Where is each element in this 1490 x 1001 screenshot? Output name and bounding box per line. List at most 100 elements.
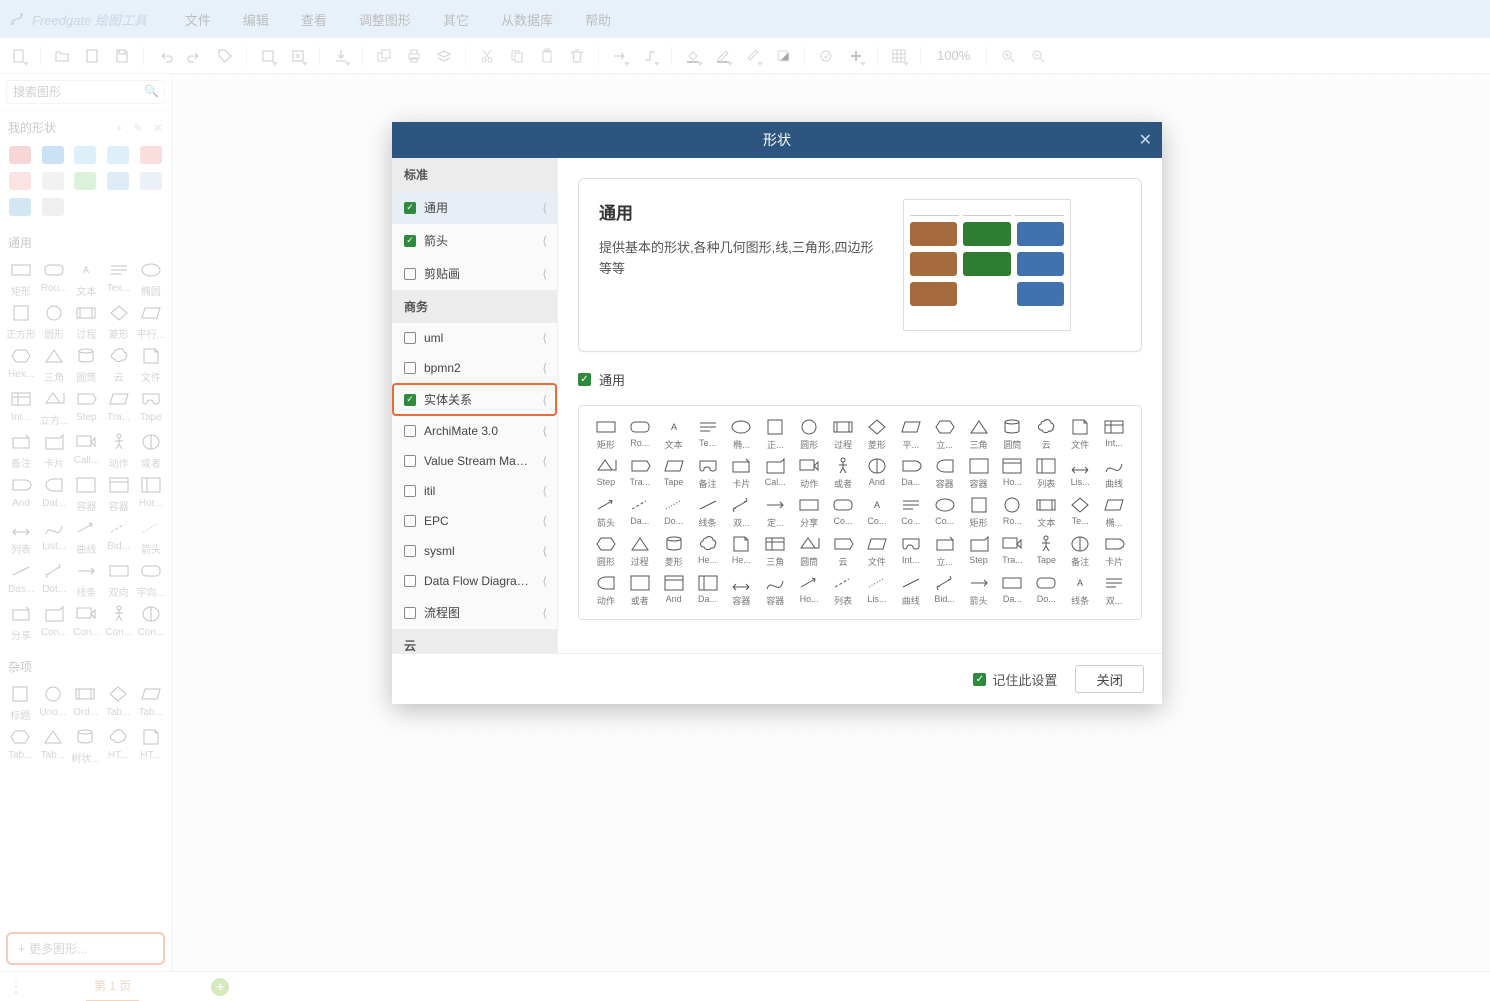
checkbox-icon[interactable] xyxy=(404,235,416,247)
category-item[interactable]: EPC⟨ xyxy=(392,506,557,536)
checkbox-icon[interactable] xyxy=(404,362,416,374)
category-item[interactable]: 箭头⟨ xyxy=(392,224,557,257)
close-button[interactable]: 关闭 xyxy=(1075,665,1144,693)
enable-general-checkbox[interactable]: 通用 xyxy=(578,370,1142,389)
gallery-shape[interactable]: 列表 xyxy=(1031,457,1061,490)
gallery-shape[interactable]: A线条 xyxy=(1065,574,1095,607)
gallery-shape[interactable]: 立... xyxy=(930,418,960,451)
gallery-shape[interactable]: 椭... xyxy=(727,418,757,451)
gallery-shape[interactable]: 容器 xyxy=(727,574,757,607)
gallery-shape[interactable]: 定... xyxy=(760,496,790,529)
gallery-shape[interactable]: 列表 xyxy=(828,574,858,607)
gallery-shape[interactable]: 圆形 xyxy=(591,535,621,568)
gallery-shape[interactable]: 矩形 xyxy=(591,418,621,451)
checkbox-icon[interactable] xyxy=(404,545,416,557)
gallery-shape[interactable]: Do... xyxy=(659,496,689,529)
gallery-shape[interactable]: Step xyxy=(964,535,994,568)
gallery-shape[interactable]: 备注 xyxy=(693,457,723,490)
gallery-shape[interactable]: 双... xyxy=(1099,574,1129,607)
gallery-shape[interactable]: 云 xyxy=(828,535,858,568)
checkbox-icon[interactable] xyxy=(404,485,416,497)
checkbox-icon[interactable] xyxy=(404,607,416,619)
gallery-shape[interactable]: Co... xyxy=(930,496,960,529)
gallery-shape[interactable]: Int... xyxy=(896,535,926,568)
gallery-shape[interactable]: 动作 xyxy=(591,574,621,607)
gallery-shape[interactable]: 过程 xyxy=(828,418,858,451)
category-item[interactable]: 实体关系⟨ xyxy=(392,383,557,416)
close-icon[interactable]: ✕ xyxy=(1139,130,1152,150)
checkbox-icon[interactable] xyxy=(404,515,416,527)
gallery-shape[interactable]: Do... xyxy=(1031,574,1061,607)
gallery-shape[interactable]: Int... xyxy=(1099,418,1129,451)
gallery-shape[interactable]: Ro... xyxy=(625,418,655,451)
gallery-shape[interactable]: Ho... xyxy=(794,574,824,607)
gallery-shape[interactable]: 圆筒 xyxy=(794,535,824,568)
category-item[interactable]: Value Stream Mappi...⟨ xyxy=(392,446,557,476)
gallery-shape[interactable]: 线条 xyxy=(693,496,723,529)
gallery-shape[interactable]: 文本 xyxy=(1031,496,1061,529)
gallery-shape[interactable]: 分享 xyxy=(794,496,824,529)
gallery-shape[interactable]: Tra... xyxy=(998,535,1028,568)
category-item[interactable]: sysml⟨ xyxy=(392,536,557,566)
gallery-shape[interactable]: Step xyxy=(591,457,621,490)
gallery-shape[interactable]: 曲线 xyxy=(896,574,926,607)
gallery-shape[interactable]: 云 xyxy=(1031,418,1061,451)
gallery-shape[interactable]: Tra... xyxy=(625,457,655,490)
gallery-shape[interactable]: 三角 xyxy=(760,535,790,568)
gallery-shape[interactable]: 容器 xyxy=(760,574,790,607)
gallery-shape[interactable]: 箭头 xyxy=(591,496,621,529)
category-item[interactable]: bpmn2⟨ xyxy=(392,353,557,383)
gallery-shape[interactable]: Tape xyxy=(1031,535,1061,568)
gallery-shape[interactable]: 三角 xyxy=(964,418,994,451)
gallery-shape[interactable]: A文本 xyxy=(659,418,689,451)
category-item[interactable]: ArchiMate 3.0⟨ xyxy=(392,416,557,446)
gallery-shape[interactable]: 菱形 xyxy=(862,418,892,451)
checkbox-icon[interactable] xyxy=(404,425,416,437)
gallery-shape[interactable]: ACo... xyxy=(862,496,892,529)
gallery-shape[interactable]: And xyxy=(659,574,689,607)
category-item[interactable]: 通用⟨ xyxy=(392,191,557,224)
gallery-shape[interactable]: 矩形 xyxy=(964,496,994,529)
gallery-shape[interactable]: He... xyxy=(693,535,723,568)
gallery-shape[interactable]: 卡片 xyxy=(727,457,757,490)
gallery-shape[interactable]: 过程 xyxy=(625,535,655,568)
gallery-shape[interactable]: Ho... xyxy=(998,457,1028,490)
gallery-shape[interactable]: 平... xyxy=(896,418,926,451)
gallery-shape[interactable]: Lis... xyxy=(862,574,892,607)
gallery-shape[interactable]: 文件 xyxy=(1065,418,1095,451)
gallery-shape[interactable]: Te... xyxy=(693,418,723,451)
checkbox-icon[interactable] xyxy=(404,268,416,280)
gallery-shape[interactable]: Da... xyxy=(896,457,926,490)
gallery-shape[interactable]: 双... xyxy=(727,496,757,529)
remember-checkbox[interactable]: 记住此设置 xyxy=(973,670,1057,689)
checkbox-icon[interactable] xyxy=(404,575,416,587)
category-item[interactable]: uml⟨ xyxy=(392,323,557,353)
gallery-shape[interactable]: 立... xyxy=(930,535,960,568)
gallery-shape[interactable]: 容器 xyxy=(930,457,960,490)
gallery-shape[interactable]: 椭... xyxy=(1099,496,1129,529)
gallery-shape[interactable]: 菱形 xyxy=(659,535,689,568)
gallery-shape[interactable]: Da... xyxy=(625,496,655,529)
gallery-shape[interactable]: 文件 xyxy=(862,535,892,568)
gallery-shape[interactable]: And xyxy=(862,457,892,490)
checkbox-icon[interactable] xyxy=(404,332,416,344)
gallery-shape[interactable]: 动作 xyxy=(794,457,824,490)
checkbox-icon[interactable] xyxy=(404,394,416,406)
gallery-shape[interactable]: 圆形 xyxy=(794,418,824,451)
gallery-shape[interactable]: 曲线 xyxy=(1099,457,1129,490)
gallery-shape[interactable]: 容器 xyxy=(964,457,994,490)
gallery-shape[interactable]: 箭头 xyxy=(964,574,994,607)
gallery-shape[interactable]: He... xyxy=(727,535,757,568)
gallery-shape[interactable]: Te... xyxy=(1065,496,1095,529)
gallery-shape[interactable]: Cal... xyxy=(760,457,790,490)
gallery-shape[interactable]: 备注 xyxy=(1065,535,1095,568)
gallery-shape[interactable]: Bid... xyxy=(930,574,960,607)
checkbox-icon[interactable] xyxy=(404,202,416,214)
gallery-shape[interactable]: 卡片 xyxy=(1099,535,1129,568)
checkbox-icon[interactable] xyxy=(404,455,416,467)
gallery-shape[interactable]: Ro... xyxy=(998,496,1028,529)
gallery-shape[interactable]: Da... xyxy=(693,574,723,607)
category-item[interactable]: itil⟨ xyxy=(392,476,557,506)
gallery-shape[interactable]: 或者 xyxy=(828,457,858,490)
gallery-shape[interactable]: 正... xyxy=(760,418,790,451)
